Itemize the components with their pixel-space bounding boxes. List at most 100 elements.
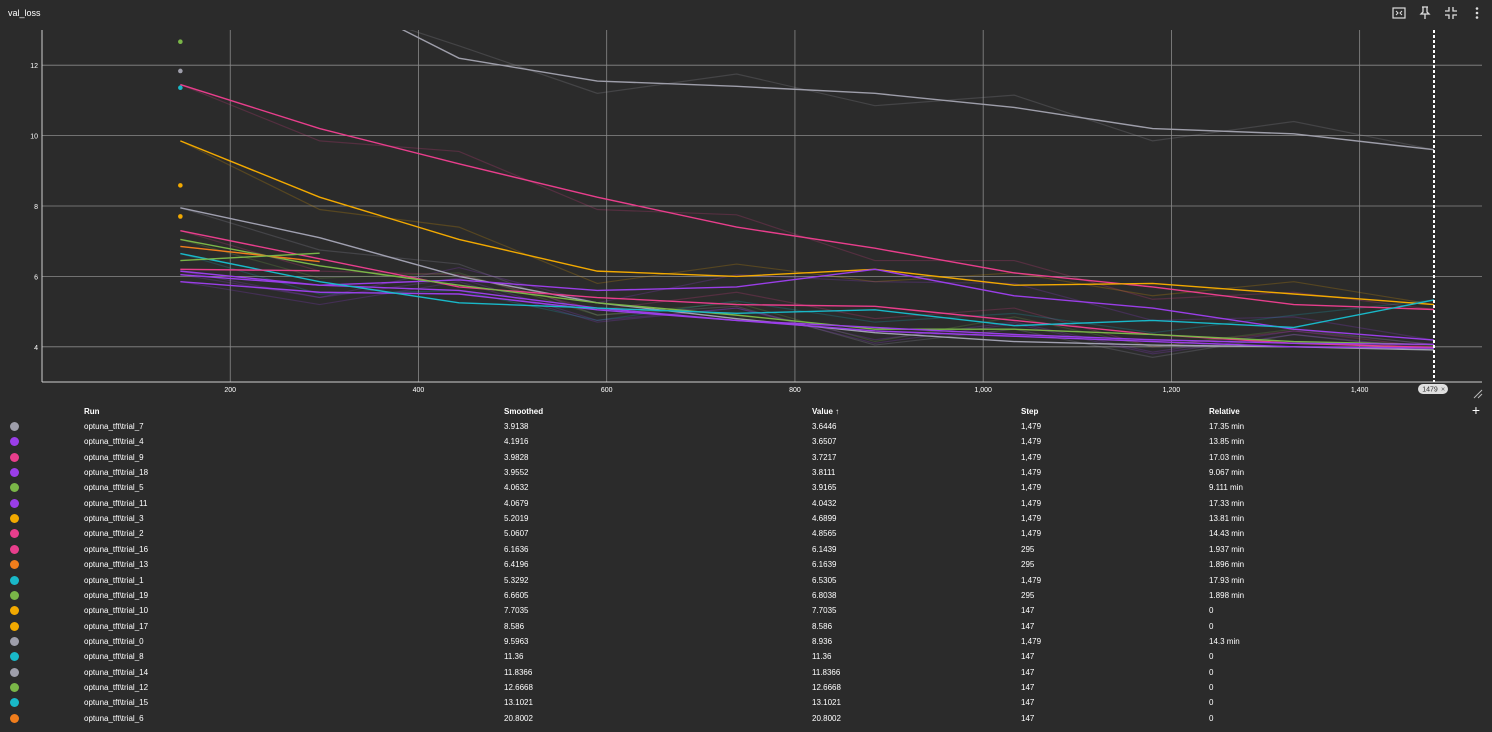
- close-icon: ×: [1441, 387, 1445, 394]
- table-row[interactable]: optuna_tft\trial_13 6.4196 6.1639 295 1.896 …: [0, 557, 1492, 572]
- run-name: optuna_tft\trial_3: [84, 514, 144, 524]
- run-color-swatch[interactable]: [10, 560, 19, 570]
- run-color-swatch[interactable]: [10, 483, 19, 493]
- run-name: optuna_tft\trial_15: [84, 698, 149, 708]
- series-line: [180, 207, 1435, 351]
- relative-time: 13.81 min: [1209, 514, 1245, 524]
- resize-handle-icon: [1473, 389, 1483, 399]
- val-loss-chart[interactable]: 200 400 600 800 1,000 1,200 1,400 4 6 8 10 12 1479 ×: [0, 0, 1492, 400]
- x-tick-label: 800: [789, 387, 801, 394]
- run-name: optuna_tft\trial_18: [84, 468, 149, 478]
- run-color-swatch[interactable]: [10, 682, 19, 692]
- run-color-swatch[interactable]: [10, 529, 19, 539]
- table-row[interactable]: optuna_tft\trial_2 5.0607 4.8565 1,479 14.43…: [0, 526, 1492, 541]
- series-line: [180, 268, 320, 272]
- table-row[interactable]: optuna_tft\trial_11 4.0679 4.0432 1,479 17.3…: [0, 496, 1492, 511]
- relative-time: 14.3 min: [1209, 636, 1240, 646]
- table-row[interactable]: optuna_tft\trial_14 11.8366 11.8366 147 0: [0, 665, 1492, 680]
- relative-time: 0: [1209, 652, 1214, 662]
- run-color-swatch[interactable]: [10, 544, 19, 554]
- table-row[interactable]: optuna_tft\trial_4 4.1916 3.6507 1,479 13.85…: [0, 434, 1492, 449]
- run-color-swatch[interactable]: [10, 606, 19, 616]
- run-color-swatch[interactable]: [10, 590, 19, 600]
- table-row[interactable]: optuna_tft\trial_3 5.2019 4.6899 1,479 13.81…: [0, 511, 1492, 526]
- run-name: optuna_tft\trial_5: [84, 483, 144, 493]
- run-color-swatch[interactable]: [10, 514, 19, 524]
- smoothed-value: 5.0607: [504, 529, 529, 539]
- raw-value: 3.6446: [812, 422, 837, 431]
- raw-value: 3.6507: [812, 437, 837, 447]
- raw-value: 7.7035: [812, 606, 837, 616]
- smoothed-value: 12.6668: [504, 682, 533, 692]
- step-value: 147: [1021, 667, 1035, 677]
- smoothed-value: 4.0679: [504, 498, 529, 508]
- series-line: [180, 273, 1435, 346]
- table-row[interactable]: optuna_tft\trial_16 6.1636 6.1439 295 1.937 …: [0, 542, 1492, 557]
- header-step[interactable]: Step: [1021, 404, 1038, 419]
- table-row[interactable]: optuna_tft\trial_8 11.36 11.36 147 0: [0, 649, 1492, 664]
- table-row[interactable]: optuna_tft\trial_18 3.9552 3.8111 1,479 9.06…: [0, 465, 1492, 480]
- raw-value: 12.6668: [812, 682, 841, 692]
- y-tick-label: 6: [34, 274, 38, 281]
- run-color-swatch[interactable]: [10, 437, 19, 447]
- relative-time: 17.33 min: [1209, 498, 1245, 508]
- raw-value: 4.0432: [812, 498, 837, 508]
- run-color-swatch[interactable]: [10, 636, 19, 646]
- run-color-swatch[interactable]: [10, 621, 19, 631]
- table-row[interactable]: optuna_tft\trial_5 4.0632 3.9165 1,479 9.111…: [0, 480, 1492, 495]
- run-color-swatch[interactable]: [10, 713, 19, 723]
- table-row[interactable]: optuna_tft\trial_6 20.8002 20.8002 147 0: [0, 711, 1492, 726]
- raw-value: 4.6899: [812, 514, 837, 524]
- run-color-swatch[interactable]: [10, 575, 19, 585]
- smoothed-value: 6.6605: [504, 590, 529, 600]
- run-color-swatch[interactable]: [10, 667, 19, 677]
- step-value: 1,479: [1021, 437, 1042, 447]
- series-line: [180, 140, 1435, 306]
- run-name: optuna_tft\trial_1: [84, 575, 144, 585]
- table-row[interactable]: optuna_tft\trial_15 13.1021 13.1021 147 0: [0, 695, 1492, 710]
- header-value[interactable]: Value ↑: [812, 404, 839, 419]
- run-name: optuna_tft\trial_9: [84, 452, 144, 462]
- table-row[interactable]: optuna_tft\trial_0 9.5963 8.936 1,479 14.3 m…: [0, 634, 1492, 649]
- run-color-swatch[interactable]: [10, 468, 19, 478]
- run-name: optuna_tft\trial_0: [84, 636, 144, 646]
- y-tick-label: 8: [34, 204, 38, 211]
- header-run[interactable]: Run: [84, 404, 100, 419]
- table-row[interactable]: optuna_tft\trial_17 8.586 8.586 147 0: [0, 619, 1492, 634]
- smoothed-value: 9.5963: [504, 636, 529, 646]
- table-header: Run Smoothed Value ↑ Step Relative: [0, 404, 1492, 418]
- relative-time: 1.898 min: [1209, 590, 1245, 600]
- series-point: [178, 214, 183, 219]
- smoothed-value: 7.7035: [504, 606, 529, 616]
- header-smoothed[interactable]: Smoothed: [504, 404, 543, 419]
- table-row[interactable]: optuna_tft\trial_19 6.6605 6.8038 295 1.898 …: [0, 588, 1492, 603]
- run-color-swatch[interactable]: [10, 698, 19, 708]
- table-row[interactable]: optuna_tft\trial_10 7.7035 7.7035 147 0: [0, 603, 1492, 618]
- relative-time: 17.35 min: [1209, 422, 1245, 431]
- raw-value: 6.1639: [812, 560, 837, 570]
- raw-value: 4.8565: [812, 529, 837, 539]
- run-color-swatch[interactable]: [10, 498, 19, 508]
- step-value: 147: [1021, 652, 1035, 662]
- x-tick-label: 400: [413, 387, 425, 394]
- series-point: [178, 183, 183, 188]
- header-relative[interactable]: Relative: [1209, 404, 1240, 419]
- step-value: 1,479: [1021, 452, 1042, 462]
- step-value: 1,479: [1021, 575, 1042, 585]
- relative-time: 0: [1209, 713, 1214, 723]
- series-point: [178, 85, 183, 91]
- table-row[interactable]: optuna_tft\trial_9 3.9828 3.7217 1,479 17.03…: [0, 450, 1492, 465]
- run-color-swatch[interactable]: [10, 422, 19, 431]
- step-value: 295: [1021, 590, 1035, 600]
- table-row[interactable]: optuna_tft\trial_12 12.6668 12.6668 147 0: [0, 680, 1492, 695]
- table-row[interactable]: optuna_tft\trial_7 3.9138 3.6446 1,479 17.35…: [0, 419, 1492, 434]
- run-color-swatch[interactable]: [10, 652, 19, 662]
- run-name: optuna_tft\trial_14: [84, 667, 149, 677]
- series-point: [178, 39, 183, 45]
- smoothed-value: 13.1021: [504, 698, 533, 708]
- run-name: optuna_tft\trial_19: [84, 590, 149, 600]
- run-color-swatch[interactable]: [10, 452, 19, 462]
- table-row[interactable]: optuna_tft\trial_1 5.3292 6.5305 1,479 17.93…: [0, 573, 1492, 588]
- add-column-button[interactable]: +: [1472, 403, 1480, 417]
- y-tick-label: 12: [30, 63, 38, 70]
